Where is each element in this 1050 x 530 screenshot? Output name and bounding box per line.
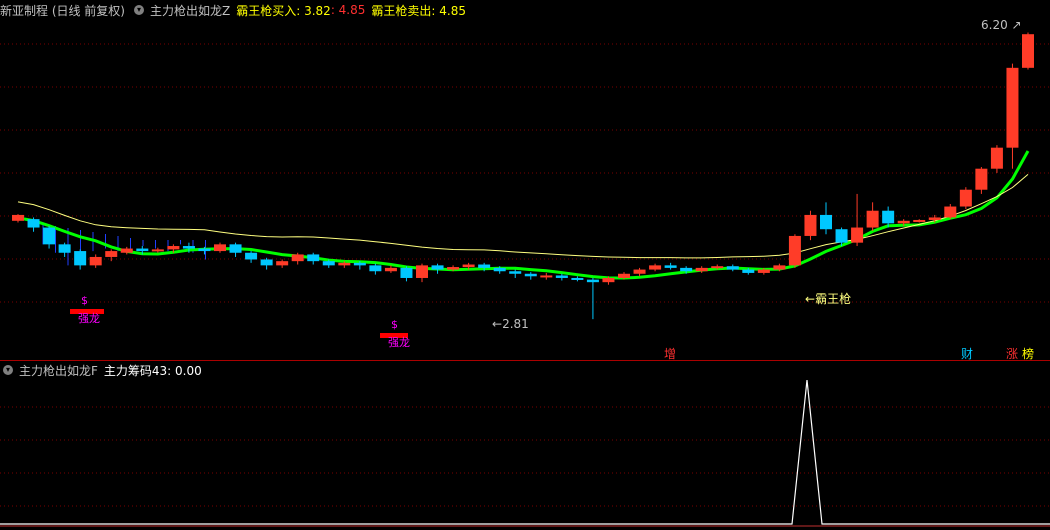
sub-indicator-chart[interactable]	[0, 0, 1050, 530]
